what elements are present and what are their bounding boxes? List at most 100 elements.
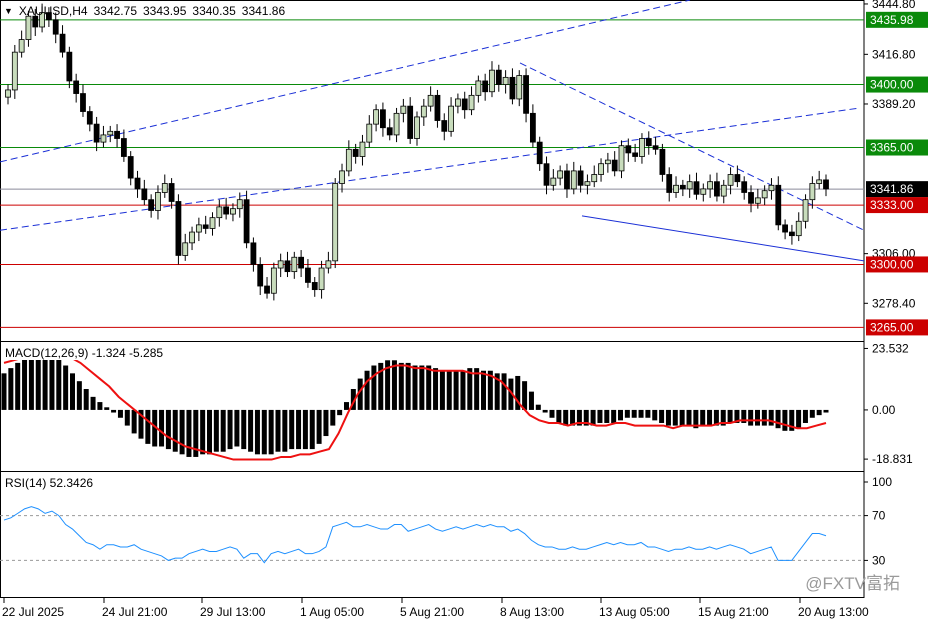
x-axis-label: 13 Aug 05:00: [599, 605, 670, 619]
candle-body: [707, 181, 714, 190]
macd-histogram-bar: [289, 409, 295, 450]
macd-histogram-bar: [748, 409, 754, 426]
macd-histogram-bar: [63, 365, 69, 410]
candle-body: [557, 170, 564, 179]
candle-body: [720, 184, 727, 197]
macd-histogram-bar: [323, 409, 329, 437]
candle-body: [509, 76, 516, 100]
candle-body: [564, 170, 570, 190]
candle-body: [325, 260, 332, 269]
rsi-tick-label: 70: [872, 509, 886, 523]
macd-histogram-bar: [535, 404, 541, 410]
candle-body: [345, 148, 352, 172]
macd-histogram-bar: [104, 407, 110, 410]
candle-body: [434, 94, 441, 121]
price-tick-label: 3278.40: [872, 296, 916, 310]
candle-body: [639, 138, 645, 157]
candle-body: [427, 94, 434, 107]
candle-body: [652, 145, 659, 150]
candle-body: [598, 163, 604, 175]
macd-histogram-bar: [56, 357, 62, 410]
macd-histogram-bar: [90, 396, 96, 410]
x-axis-label: 29 Jul 13:00: [200, 605, 266, 619]
macd-histogram-bar: [481, 370, 486, 410]
symbol-label: XAUUSD,H4: [18, 4, 88, 18]
macd-histogram-bar: [707, 409, 713, 426]
price-tick-label: 3416.80: [872, 47, 916, 61]
candle-body: [604, 159, 611, 165]
macd-histogram-bar: [597, 409, 603, 423]
macd-histogram-bar: [117, 409, 123, 418]
macd-histogram-bar: [200, 409, 206, 455]
rsi-line: [3, 506, 827, 564]
candle-body: [305, 267, 311, 283]
macd-histogram-bar: [330, 409, 336, 426]
candle-body: [66, 51, 73, 82]
macd-histogram-bar: [542, 409, 548, 413]
macd-histogram-bar: [268, 409, 274, 455]
candle-body: [789, 231, 795, 237]
macd-histogram-bar: [316, 409, 322, 444]
candle-body: [584, 181, 591, 186]
candle-body: [816, 179, 823, 184]
candle-body: [277, 260, 284, 269]
x-axis-label: 24 Jul 21:00: [102, 605, 168, 619]
close-value: 3341.86: [241, 4, 286, 18]
chart-header: ▼ XAUUSD,H4 3342.75 3343.95 3340.35 3341…: [4, 4, 285, 18]
macd-histogram-bar: [234, 409, 240, 447]
candle-body: [386, 127, 393, 136]
macd-histogram-bar: [337, 409, 343, 416]
macd-histogram-bar: [344, 402, 349, 410]
candle-body: [243, 199, 250, 244]
candle-body: [543, 163, 550, 186]
candle-body: [107, 130, 114, 136]
candle-body: [332, 183, 339, 262]
candle-body: [373, 109, 380, 125]
macd-histogram-bar: [227, 409, 233, 450]
candle-body: [782, 224, 788, 233]
candle-body: [352, 148, 359, 157]
macd-histogram-bar: [549, 409, 555, 418]
candle-body: [380, 109, 386, 129]
support-trendline: [581, 215, 865, 262]
candle-body: [741, 181, 748, 193]
macd-histogram-bar: [556, 409, 562, 423]
macd-histogram-bar: [809, 409, 815, 418]
macd-histogram-bar: [631, 409, 637, 418]
low-value: 3340.35: [192, 4, 236, 18]
candle-body: [100, 134, 107, 143]
macd-histogram-bar: [405, 362, 411, 410]
candle-body: [318, 267, 325, 291]
macd-histogram-bar: [309, 409, 315, 450]
candle-body: [284, 260, 291, 273]
macd-histogram-bar: [638, 409, 644, 418]
candle-body: [441, 120, 448, 132]
macd-histogram-bar: [35, 352, 41, 410]
macd-histogram-bar: [70, 373, 75, 410]
candle-body: [209, 217, 216, 229]
candle-body: [366, 123, 373, 143]
candle-body: [59, 33, 66, 53]
macd-histogram-bar: [611, 409, 617, 423]
candle-body: [155, 192, 161, 211]
rsi-label: RSI(14) 52.3426: [4, 476, 95, 490]
candle-body: [823, 179, 829, 190]
macd-histogram-bar: [8, 368, 14, 410]
candle-body: [168, 183, 175, 202]
macd-histogram-bar: [419, 365, 425, 410]
macd-tick-label: 0.00: [872, 403, 896, 417]
price-tick-label: 3444.80: [872, 0, 916, 11]
candle-body: [502, 76, 509, 85]
macd-histogram-bar: [371, 365, 377, 410]
candle-body: [148, 199, 155, 211]
candle-body: [52, 19, 59, 35]
candle-body: [182, 242, 189, 256]
dropdown-triangle-icon[interactable]: ▼: [4, 6, 13, 16]
candle-body: [270, 267, 277, 294]
candle-body: [754, 197, 761, 204]
candle-body: [673, 184, 679, 193]
macd-histogram-bar: [665, 409, 671, 426]
candle-body: [529, 112, 536, 143]
macd-histogram-bar: [261, 409, 267, 455]
candle-body: [714, 181, 720, 197]
